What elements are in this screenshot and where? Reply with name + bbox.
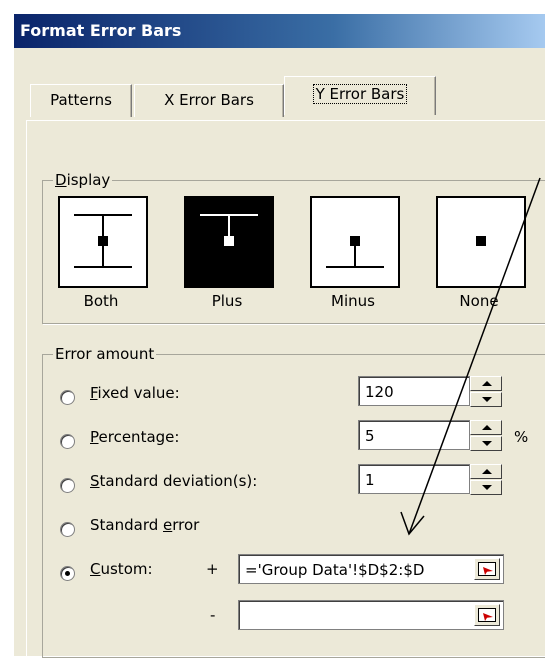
custom-plus-sign: + <box>206 560 219 578</box>
percentage-label: Percentage: <box>90 428 180 446</box>
error-amount-legend: Error amount <box>53 345 157 363</box>
display-label-plus: Plus <box>211 292 243 310</box>
std-dev-spinner[interactable] <box>470 464 504 496</box>
minus-icon <box>326 236 384 268</box>
percentage-radio[interactable] <box>60 434 75 449</box>
std-error-label: Standard error <box>90 516 200 534</box>
percentage-unit: % <box>514 428 529 446</box>
custom-minus-input[interactable] <box>238 600 504 630</box>
display-option-minus[interactable] <box>310 196 400 288</box>
spin-down-icon[interactable] <box>470 392 502 407</box>
fixed-value-radio[interactable] <box>60 390 75 405</box>
both-icon <box>74 214 132 268</box>
none-icon <box>476 236 486 246</box>
fixed-value-input[interactable]: 120 <box>358 376 470 406</box>
std-error-radio[interactable] <box>60 522 75 537</box>
tab-y-error-bars-label: Y Error Bars <box>312 84 408 104</box>
spin-down-icon[interactable] <box>470 480 502 495</box>
custom-plus-input[interactable]: ='Group Data'!$D$2:$D <box>238 554 504 584</box>
spin-down-icon[interactable] <box>470 436 502 451</box>
spin-up-icon[interactable] <box>470 464 502 479</box>
display-option-none[interactable] <box>436 196 526 288</box>
display-label-both: Both <box>83 292 119 310</box>
display-label-minus: Minus <box>331 292 375 310</box>
custom-label: Custom: <box>90 560 153 578</box>
display-legend: Display <box>53 171 113 189</box>
spin-up-icon[interactable] <box>470 420 502 435</box>
plus-icon <box>200 214 258 246</box>
std-dev-label: Standard deviation(s): <box>90 472 258 490</box>
fixed-value-label: Fixed value: <box>90 384 180 402</box>
display-option-both[interactable] <box>58 196 148 288</box>
collapse-dialog-icon[interactable] <box>474 604 500 626</box>
percentage-input[interactable]: 5 <box>358 420 470 450</box>
percentage-spinner[interactable] <box>470 420 504 452</box>
fixed-value-spinner[interactable] <box>470 376 504 408</box>
dialog-title: Format Error Bars <box>14 14 545 48</box>
tab-x-error-bars[interactable]: X Error Bars <box>134 84 284 117</box>
display-label-none: None <box>459 292 499 310</box>
tab-y-error-bars[interactable]: Y Error Bars <box>284 76 436 115</box>
display-option-plus[interactable] <box>184 196 274 288</box>
tab-patterns[interactable]: Patterns <box>30 84 132 117</box>
std-dev-radio[interactable] <box>60 478 75 493</box>
collapse-dialog-icon[interactable] <box>474 558 500 580</box>
spin-up-icon[interactable] <box>470 376 502 391</box>
tab-patterns-label: Patterns <box>50 91 112 109</box>
std-dev-input[interactable]: 1 <box>358 464 470 494</box>
format-error-bars-dialog: Format Error Bars Patterns X Error Bars … <box>14 14 545 661</box>
tab-x-error-bars-label: X Error Bars <box>164 91 254 109</box>
custom-minus-sign: - <box>210 606 216 624</box>
custom-radio[interactable] <box>60 566 75 581</box>
